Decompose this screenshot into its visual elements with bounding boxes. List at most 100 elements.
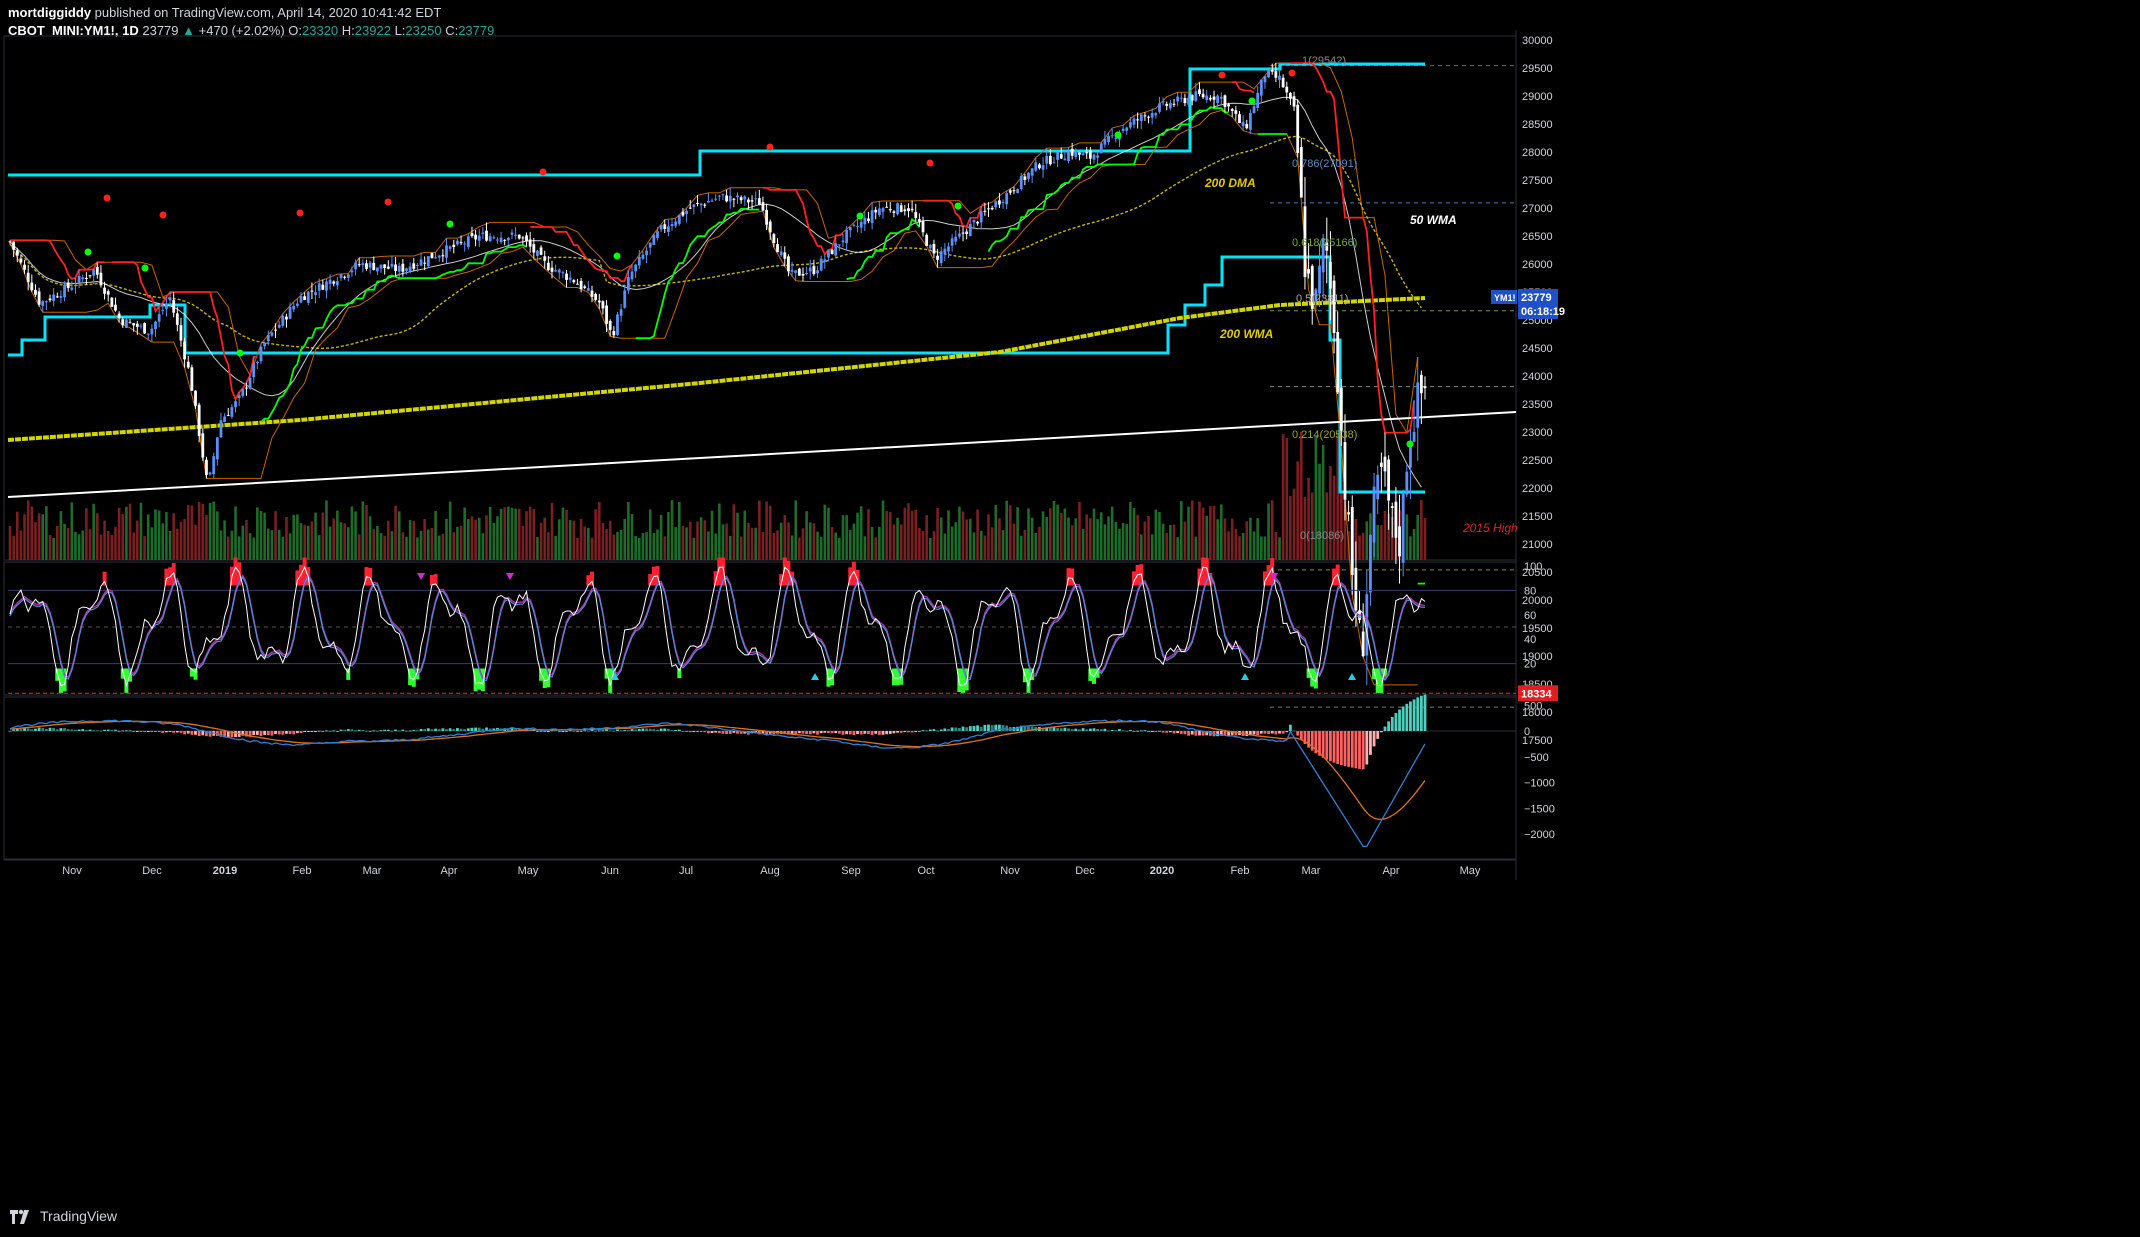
macd-histogram-bar bbox=[983, 724, 987, 731]
candle-body bbox=[867, 218, 870, 221]
volume-bar bbox=[852, 523, 856, 560]
candle-body bbox=[139, 325, 143, 327]
candle-body bbox=[106, 291, 110, 295]
macd-histogram-bar bbox=[172, 731, 176, 733]
candle-body bbox=[1383, 456, 1387, 472]
macd-histogram-bar bbox=[714, 731, 718, 733]
volume-bar bbox=[1358, 535, 1361, 560]
chart-canvas[interactable]: 30000 29500 29000 28500 28000 27500 27000 26500… bbox=[0, 0, 2140, 1237]
candle-body bbox=[1347, 512, 1351, 515]
candle-body bbox=[194, 390, 197, 406]
candle-body bbox=[390, 263, 394, 267]
volume-bar bbox=[63, 523, 66, 560]
macd-histogram-bar bbox=[106, 729, 110, 731]
macd-histogram-bar bbox=[1099, 729, 1103, 731]
macd-histogram-bar bbox=[957, 727, 961, 731]
candle-body bbox=[430, 252, 434, 259]
macd-histogram-bar bbox=[576, 730, 579, 732]
macd-histogram-bar bbox=[8, 731, 12, 732]
candle-body bbox=[954, 236, 958, 242]
candlesticks[interactable] bbox=[8, 63, 1427, 685]
candle-body bbox=[605, 305, 608, 324]
volume-bar bbox=[790, 535, 794, 560]
candle-body bbox=[303, 296, 307, 301]
volume-bar bbox=[899, 524, 903, 560]
candle-body bbox=[1096, 155, 1100, 158]
footer-brand[interactable]: TradingView bbox=[8, 1206, 117, 1226]
macd-histogram-bar bbox=[1118, 729, 1121, 731]
volume-bar bbox=[943, 533, 947, 560]
volume-bar bbox=[798, 537, 801, 560]
volume-bar bbox=[437, 535, 441, 560]
volume-bar bbox=[88, 529, 92, 560]
macd-histogram-bar bbox=[1161, 731, 1165, 733]
macd-histogram-bar bbox=[383, 729, 387, 731]
macd-histogram-bar bbox=[332, 730, 336, 732]
candle-body bbox=[597, 300, 601, 303]
macd-pane[interactable] bbox=[8, 694, 1516, 848]
macd-histogram-bar bbox=[976, 725, 979, 731]
candle-body bbox=[885, 206, 889, 208]
volume-bar bbox=[1092, 508, 1096, 560]
candle-body bbox=[837, 244, 841, 246]
volume-bar bbox=[1161, 523, 1165, 560]
macd-histogram-bar bbox=[194, 731, 197, 735]
macd-histogram-bar bbox=[1419, 695, 1423, 731]
volume-bar bbox=[365, 504, 368, 560]
macd-histogram-bar bbox=[823, 731, 827, 733]
macd-histogram-bar bbox=[70, 729, 74, 731]
volume-bar bbox=[477, 517, 481, 560]
price-tick-label: 24500 bbox=[1522, 343, 1553, 355]
macd-histogram-bar bbox=[1361, 731, 1365, 770]
macd-histogram-bar bbox=[103, 729, 106, 731]
candle-body bbox=[830, 249, 834, 254]
macd-histogram-bar bbox=[1274, 731, 1278, 735]
candle-body bbox=[601, 301, 605, 309]
candle-body bbox=[452, 244, 456, 247]
stoch-d-line bbox=[9, 572, 1426, 680]
stochastic-pane[interactable] bbox=[8, 557, 1516, 693]
volume-bar bbox=[972, 532, 976, 560]
macd-histogram-bar bbox=[1278, 731, 1281, 734]
macd-histogram-bar bbox=[561, 731, 565, 732]
volume-bar bbox=[1052, 500, 1056, 560]
candle-body bbox=[797, 268, 801, 276]
macd-histogram-bar bbox=[92, 730, 96, 732]
candle-body bbox=[416, 264, 419, 266]
volume-bar bbox=[48, 534, 52, 560]
volume-bar bbox=[557, 519, 561, 560]
volume-bar bbox=[292, 514, 296, 560]
candle-body bbox=[888, 209, 892, 211]
volume-bar bbox=[525, 511, 528, 560]
candle-body bbox=[310, 290, 314, 292]
macd-histogram-bar bbox=[1285, 731, 1289, 733]
candle-body bbox=[1048, 155, 1052, 165]
macd-histogram-bar bbox=[386, 729, 390, 731]
candle-body bbox=[539, 247, 543, 255]
candle-body bbox=[205, 459, 208, 475]
volume-bar bbox=[1070, 525, 1074, 560]
volume-bar bbox=[99, 534, 103, 560]
volume-bar bbox=[688, 521, 692, 560]
volume-bar bbox=[1096, 519, 1099, 560]
candle-body bbox=[346, 274, 350, 278]
candle-body bbox=[208, 472, 212, 475]
candle-body bbox=[394, 264, 397, 271]
candle-body bbox=[212, 456, 216, 475]
macd-histogram-bar bbox=[117, 731, 121, 732]
macd-histogram-bar bbox=[674, 730, 678, 732]
volume-bar bbox=[936, 508, 939, 560]
candle-body bbox=[1172, 103, 1176, 105]
macd-histogram-bar bbox=[914, 731, 918, 732]
macd-histogram-bar bbox=[1198, 731, 1201, 736]
candle-body bbox=[1085, 152, 1089, 154]
macd-histogram-bar bbox=[801, 731, 805, 734]
candle-body bbox=[856, 225, 859, 227]
macd-histogram-bar bbox=[1107, 730, 1110, 732]
candle-body bbox=[754, 198, 758, 200]
time-tick-label: Jun bbox=[601, 865, 619, 877]
volume-bar bbox=[183, 518, 186, 560]
macd-histogram-bar bbox=[1070, 729, 1074, 731]
candle-body bbox=[626, 277, 630, 291]
candle-body bbox=[230, 407, 234, 417]
